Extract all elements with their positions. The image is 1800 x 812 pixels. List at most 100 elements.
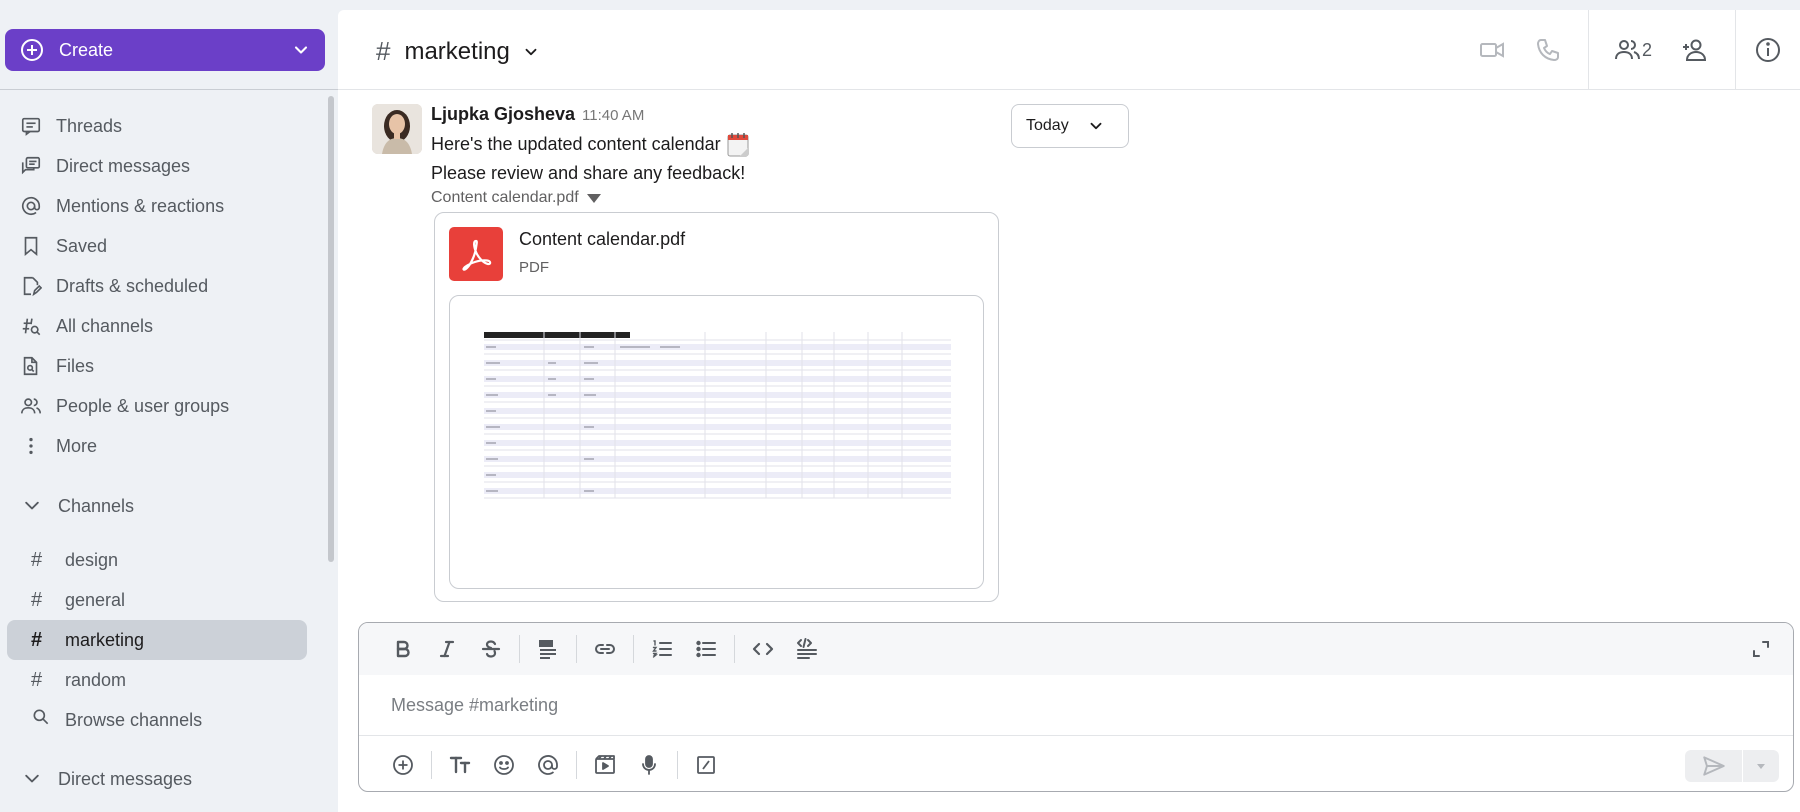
toolbar-divider	[576, 635, 577, 663]
slash-command-button[interactable]	[684, 747, 728, 783]
author-name[interactable]: Ljupka Gjosheva	[431, 104, 575, 125]
send-icon	[1702, 756, 1725, 776]
message-text-line: Please review and share any feedback!	[431, 163, 1131, 183]
channel-label: general	[65, 589, 126, 610]
browse-channels-button[interactable]: Browse channels	[7, 700, 307, 740]
date-jump-label: Today	[1026, 117, 1069, 134]
toolbar-divider	[576, 750, 577, 779]
sidebar-item-mentions[interactable]: Mentions & reactions	[0, 186, 320, 226]
blockquote-button[interactable]	[526, 631, 570, 667]
mention-button[interactable]	[526, 747, 570, 783]
numbered-list-button[interactable]	[640, 631, 684, 667]
pdf-file-icon	[449, 227, 503, 281]
add-people-button[interactable]	[1667, 30, 1723, 70]
pdf-preview-thumbnail	[484, 332, 951, 499]
expand-composer-button[interactable]	[1739, 631, 1783, 667]
sidebar-item-saved[interactable]: Saved	[0, 226, 320, 266]
channels-section-toggle[interactable]: Channels	[0, 486, 320, 526]
channel-info-button[interactable]	[1736, 30, 1800, 70]
direct-messages-icon	[20, 155, 42, 177]
channel-item-marketing[interactable]: # marketing	[7, 620, 307, 660]
search-icon	[31, 707, 53, 733]
audio-clip-button[interactable]	[627, 747, 671, 783]
at-icon	[20, 195, 42, 217]
hash-icon: #	[31, 548, 43, 571]
file-name: Content calendar.pdf	[519, 229, 686, 249]
code-block-icon	[797, 638, 817, 659]
spiral-calendar-emoji	[727, 133, 749, 157]
file-attachment-card[interactable]: Content calendar.pdf PDF	[434, 212, 999, 602]
sidebar-item-more[interactable]: More	[0, 426, 320, 466]
sidebar-item-label: More	[56, 435, 98, 456]
text-formatting-button[interactable]	[438, 747, 482, 783]
at-icon	[538, 754, 558, 775]
video-clip-button[interactable]	[583, 747, 627, 783]
chevron-down-icon	[1757, 764, 1765, 769]
chevron-down-icon	[1090, 122, 1102, 130]
message-composer	[358, 622, 1794, 792]
code-button[interactable]	[741, 631, 785, 667]
chevron-down-icon	[25, 501, 39, 510]
expand-icon	[1753, 641, 1769, 657]
send-button[interactable]	[1685, 750, 1743, 782]
italic-button[interactable]	[425, 631, 469, 667]
bulleted-list-button[interactable]	[684, 631, 728, 667]
direct-messages-section-label: Direct messages	[58, 768, 193, 789]
code-icon	[752, 642, 774, 656]
file-search-icon	[20, 355, 42, 377]
channel-search-icon	[20, 315, 42, 337]
sidebar-item-all-channels[interactable]: All channels	[0, 306, 320, 346]
sidebar-item-label: Mentions & reactions	[56, 195, 225, 216]
phone-icon	[1537, 39, 1559, 61]
members-button[interactable]: 2	[1599, 30, 1667, 70]
video-clip-icon	[595, 754, 615, 774]
phone-call-button[interactable]	[1520, 30, 1576, 70]
channel-item-general[interactable]: # general	[7, 580, 307, 620]
direct-messages-section-toggle[interactable]: Direct messages	[0, 759, 320, 799]
schedule-send-button[interactable]	[1743, 750, 1779, 782]
sidebar-item-drafts[interactable]: Drafts & scheduled	[0, 266, 320, 306]
message-timestamp[interactable]: 11:40 AM	[582, 107, 644, 124]
sidebar-item-direct-messages[interactable]: Direct messages	[0, 146, 320, 186]
sidebar-nav: Threads Direct messages Mentions & react…	[0, 106, 320, 466]
message-text: Here's the updated content calendar	[431, 134, 721, 154]
message-input[interactable]	[391, 683, 1771, 727]
channel-label: design	[65, 549, 119, 570]
attachment-collapse-toggle[interactable]: Content calendar.pdf	[431, 189, 1131, 207]
people-icon	[20, 395, 42, 417]
channel-title-button[interactable]: # marketing	[376, 36, 540, 67]
people-icon	[1614, 40, 1640, 60]
info-icon	[1756, 38, 1780, 62]
attachment-toggle-label: Content calendar.pdf	[431, 189, 579, 206]
strikethrough-icon	[481, 640, 501, 658]
channel-item-design[interactable]: # design	[7, 540, 307, 580]
create-button[interactable]: Create	[5, 29, 325, 71]
strikethrough-button[interactable]	[469, 631, 513, 667]
toolbar-divider	[734, 635, 735, 663]
code-block-button[interactable]	[785, 631, 829, 667]
video-call-button[interactable]	[1464, 30, 1520, 70]
avatar-image	[372, 104, 422, 154]
avatar[interactable]	[372, 104, 422, 154]
sidebar-item-label: Direct messages	[56, 155, 191, 176]
header-divider	[1588, 10, 1589, 90]
sidebar-item-threads[interactable]: Threads	[0, 106, 320, 146]
attach-button[interactable]	[381, 747, 425, 783]
sidebar-item-files[interactable]: Files	[0, 346, 320, 386]
sidebar-item-label: Threads	[56, 115, 123, 136]
pdf-preview[interactable]	[449, 295, 984, 589]
sidebar-scrollbar[interactable]	[328, 96, 334, 562]
plus-circle-icon	[393, 754, 413, 775]
toolbar-divider	[519, 635, 520, 663]
channel-header: # marketing 2	[338, 10, 1800, 90]
date-jump-button[interactable]: Today	[1011, 104, 1129, 148]
channel-item-random[interactable]: # random	[7, 660, 307, 700]
italic-icon	[439, 640, 455, 658]
bold-button[interactable]	[381, 631, 425, 667]
link-button[interactable]	[583, 631, 627, 667]
composer-actions-bar	[359, 735, 1793, 791]
emoji-button[interactable]	[482, 747, 526, 783]
sidebar-item-label: People & user groups	[56, 395, 230, 416]
toolbar-divider	[431, 750, 432, 779]
sidebar-item-people[interactable]: People & user groups	[0, 386, 320, 426]
